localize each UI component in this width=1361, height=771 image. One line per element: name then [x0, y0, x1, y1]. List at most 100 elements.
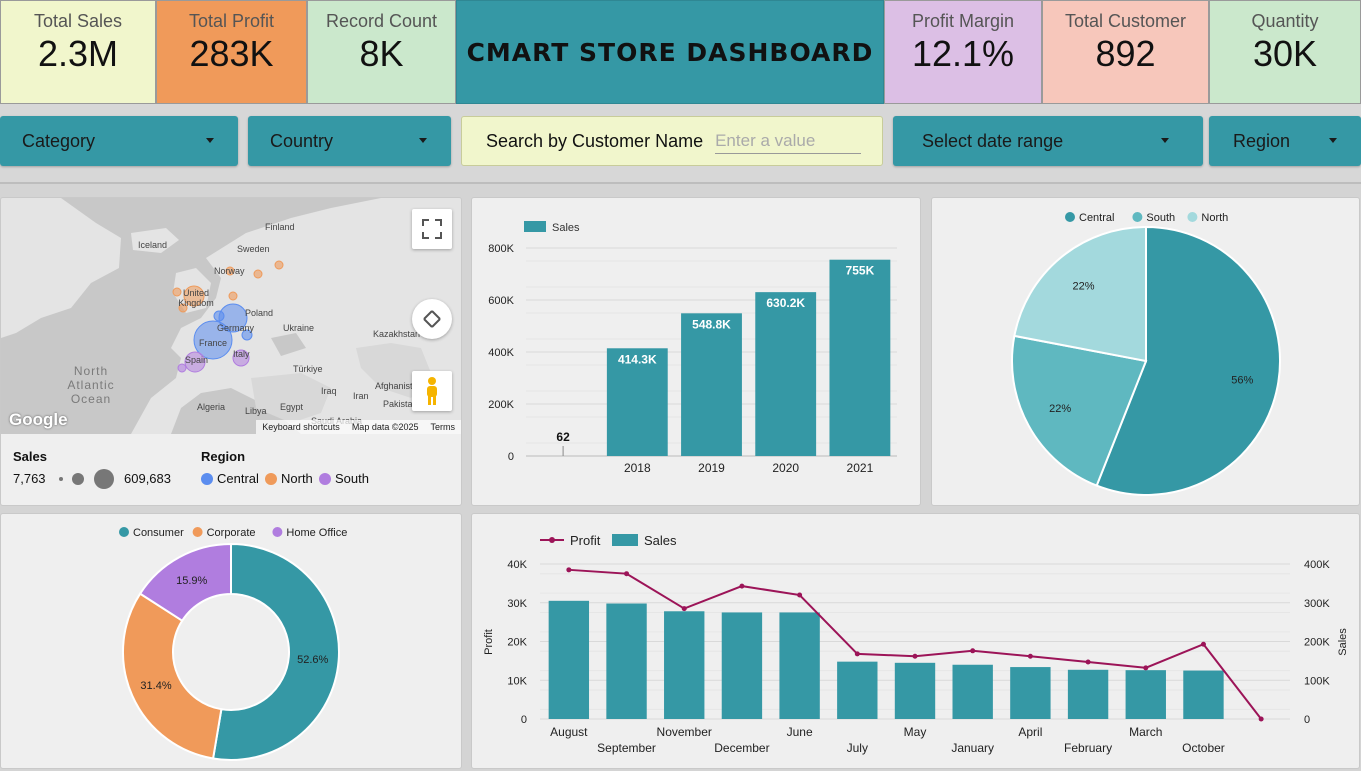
map-view[interactable]: Finland Iceland Sweden Norway United Kin…: [1, 198, 461, 434]
bar: [952, 664, 993, 719]
bar: [1125, 670, 1166, 719]
map-label: Pakista: [383, 399, 413, 409]
y-right-tick-label: 100K: [1304, 675, 1330, 687]
profit-point: [1027, 653, 1033, 659]
fullscreen-button[interactable]: [412, 209, 452, 249]
street-view-button[interactable]: [412, 371, 452, 411]
legend-swatch: [1132, 212, 1143, 222]
bar-data-label: 548.8K: [692, 317, 731, 331]
profit-point: [854, 651, 860, 657]
y-left-tick-label: 20K: [507, 637, 527, 649]
y-left-tick-label: 40K: [507, 559, 527, 571]
kpi-total-sales: Total Sales 2.3M: [0, 0, 156, 104]
map-label: Algeria: [197, 402, 226, 412]
y-tick-label: 400K: [488, 347, 514, 359]
profit-point: [566, 567, 572, 573]
y-left-tick-label: 0: [521, 714, 527, 726]
x-tick-label: March: [1129, 725, 1162, 739]
x-tick-label: January: [951, 741, 994, 755]
x-tick-label: 2020: [772, 461, 799, 475]
profit-point: [739, 583, 745, 589]
legend-swatch: [201, 473, 213, 485]
bubble-sweden[interactable]: [253, 269, 263, 279]
bubble-finland[interactable]: [274, 260, 284, 270]
legend-label: Central: [217, 471, 259, 486]
y-left-tick-label: 30K: [507, 598, 527, 610]
slice-label: 15.9%: [176, 575, 207, 587]
legend-swatch: [265, 473, 277, 485]
legend-item-south[interactable]: South: [319, 471, 369, 486]
map-label: Kazakhstan: [373, 329, 421, 339]
dropdown-label: Category: [22, 130, 96, 151]
pegman-icon: [427, 377, 437, 405]
pan-arrows-icon: [423, 310, 441, 328]
keyboard-shortcuts-link[interactable]: Keyboard shortcuts: [262, 422, 340, 432]
slice-label: 56%: [1231, 374, 1253, 386]
customer-search-input[interactable]: [715, 128, 862, 154]
legend-label: Central: [1079, 212, 1114, 224]
legend-swatch: [192, 527, 203, 537]
monthly-combo-panel: Profit Sales 0 0 10K 100K 20K 200K 30K 300K 40K 400…: [471, 513, 1360, 769]
bar-data-label: 414.3K: [618, 352, 657, 366]
map-label: Poland: [245, 308, 274, 318]
monthly-combo-chart: Profit Sales 0 0 10K 100K 20K 200K 30K 300K 40K 400…: [483, 533, 1349, 755]
legend-label: Sales: [644, 533, 677, 548]
region-dropdown[interactable]: Region: [1209, 116, 1361, 166]
bar-data-label: 62: [556, 430, 570, 444]
y-right-tick-label: 200K: [1304, 637, 1330, 649]
map-label: France: [199, 338, 228, 348]
kpi-record-count: Record Count 8K: [307, 0, 456, 104]
legend-item-central[interactable]: Central: [201, 471, 259, 486]
kpi-total-profit: Total Profit 283K: [156, 0, 307, 104]
kpi-label: Total Profit: [188, 11, 275, 31]
legend-label: North: [1201, 212, 1228, 224]
x-tick-label: May: [904, 725, 927, 739]
dashboard-title: CMART STORE DASHBOARD: [456, 0, 884, 104]
profit-point: [624, 571, 630, 577]
y-tick-label: 0: [508, 451, 514, 463]
kpi-label: Quantity: [1251, 11, 1319, 31]
map-label: Spain: [185, 355, 209, 365]
kpi-value: 12.1%: [911, 33, 1015, 74]
map-label: United Kingdom: [178, 288, 214, 308]
bubble-benelux[interactable]: [213, 310, 225, 322]
legend-swatch: [524, 221, 546, 232]
bar: [606, 603, 647, 719]
x-tick-label: September: [597, 741, 656, 755]
terms-link[interactable]: Terms: [431, 422, 456, 432]
legend-label: Sales: [552, 222, 580, 234]
y-left-tick-label: 10K: [507, 675, 527, 687]
slice-label: 31.4%: [140, 680, 171, 692]
bar: [721, 612, 763, 719]
bar-data-label: 630.2K: [766, 296, 805, 310]
country-dropdown[interactable]: Country: [248, 116, 451, 166]
bubble-portugal[interactable]: [177, 363, 187, 373]
y-right-tick-label: 400K: [1304, 559, 1330, 571]
x-tick-label: 2019: [698, 461, 725, 475]
size-legend-circles: [59, 469, 114, 489]
dropdown-label: Select date range: [922, 130, 1064, 151]
profit-point: [1143, 665, 1149, 671]
legend-swatch: [1065, 212, 1075, 222]
chevron-down-icon: [1329, 138, 1337, 143]
segment-donut-chart: Consumer Corporate Home Office 52.6% 31.4% 15…: [119, 527, 347, 761]
kpi-value: 283K: [189, 33, 274, 74]
map-data-credit: Map data ©2025: [351, 422, 419, 432]
bar: [837, 661, 878, 719]
x-tick-label: August: [550, 725, 588, 739]
x-tick-label: 2018: [624, 461, 651, 475]
bubble-denmark[interactable]: [228, 291, 238, 301]
color-legend-title: Region: [201, 449, 246, 464]
profit-point: [1085, 659, 1091, 665]
legend-swatch: [272, 527, 283, 537]
page-title: CMART STORE DASHBOARD: [466, 37, 874, 67]
date-range-dropdown[interactable]: Select date range: [893, 116, 1203, 166]
chevron-down-icon: [1161, 138, 1169, 143]
profit-point: [681, 606, 687, 612]
category-dropdown[interactable]: Category: [0, 116, 238, 166]
map-label: Italy: [233, 349, 250, 359]
legend-label: Consumer: [133, 527, 184, 539]
map-pan-control[interactable]: [412, 299, 452, 339]
legend-item-north[interactable]: North: [265, 471, 313, 486]
size-legend-min: 7,763: [13, 471, 46, 486]
